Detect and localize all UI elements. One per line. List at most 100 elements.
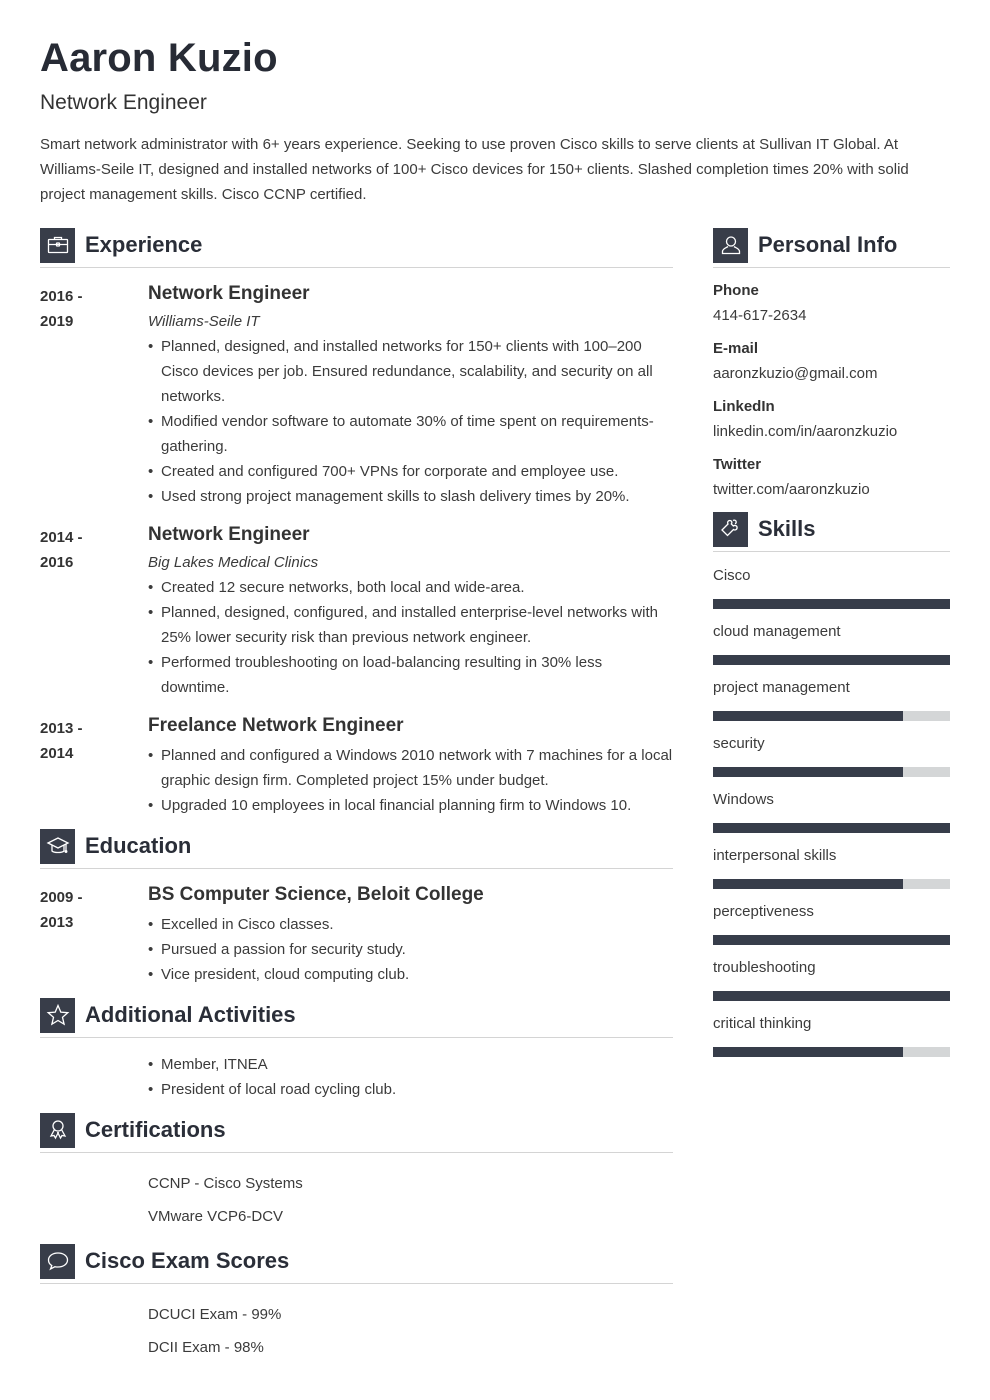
skill-level-bar xyxy=(713,599,950,609)
star-icon xyxy=(40,997,75,1033)
date-end: 2013 xyxy=(40,914,74,931)
entry-dates: 2013 - 2014 xyxy=(40,716,130,766)
activities-header: Additional Activities xyxy=(40,997,673,1038)
bullet-item: Created and configured 700+ VPNs for cor… xyxy=(148,459,673,484)
certifications-header: Certifications xyxy=(40,1112,673,1153)
section-title: Cisco Exam Scores xyxy=(85,1248,290,1273)
skill-level-bar xyxy=(713,991,950,1001)
briefcase-icon xyxy=(40,227,75,263)
skill-name: Windows xyxy=(713,791,774,808)
info-field-twitter: Twitter twitter.com/aaronzkuzio xyxy=(713,455,950,500)
skill-level-fill xyxy=(713,711,903,721)
skill-item: interpersonal skills xyxy=(713,846,950,889)
date-end: 2016 xyxy=(40,554,74,571)
company-name: Williams-Seile IT xyxy=(148,313,260,330)
info-label: LinkedIn xyxy=(713,398,775,415)
certification-item: CCNP - Cisco Systems xyxy=(148,1175,303,1192)
skills-list: Cisco cloud management project management s… xyxy=(713,566,950,1057)
left-column: Experience 2016 - 2019 Network Engineer W… xyxy=(40,227,673,1364)
speech-bubble-icon xyxy=(40,1243,75,1279)
bullet-list: Planned and configured a Windows 2010 ne… xyxy=(148,743,673,818)
personal-info-header: Personal Info xyxy=(713,227,950,268)
skill-name: interpersonal skills xyxy=(713,847,837,864)
skill-level-fill xyxy=(713,1047,903,1057)
certifications-list: CCNP - Cisco Systems VMware VCP6-DCV xyxy=(40,1167,673,1233)
skill-level-bar xyxy=(713,935,950,945)
award-ribbon-icon xyxy=(40,1112,75,1148)
exam-scores-section: Cisco Exam Scores DCUCI Exam - 99% DCII … xyxy=(40,1243,673,1364)
skill-name: troubleshooting xyxy=(713,959,816,976)
linkedin-value: linkedin.com/in/aaronzkuzio xyxy=(713,423,898,440)
date-start: 2009 - xyxy=(40,889,83,906)
certification-item: VMware VCP6-DCV xyxy=(148,1208,284,1225)
entry-dates: 2016 - 2019 xyxy=(40,284,130,334)
activities-entry: Member, ITNEA President of local road cy… xyxy=(40,1052,673,1102)
bullet-item: Created 12 secure networks, both local a… xyxy=(148,575,673,600)
experience-entry: 2013 - 2014 Freelance Network Engineer Pl… xyxy=(40,714,673,818)
skill-level-bar xyxy=(713,767,950,777)
section-title: Personal Info xyxy=(758,232,898,257)
bullet-item: Performed troubleshooting on load-balanc… xyxy=(148,650,673,700)
exam-scores-list: DCUCI Exam - 99% DCII Exam - 98% xyxy=(40,1298,673,1364)
job-title: Freelance Network Engineer xyxy=(148,715,404,736)
bullet-list: Created 12 secure networks, both local a… xyxy=(148,575,673,700)
experience-section: Experience 2016 - 2019 Network Engineer W… xyxy=(40,227,673,818)
section-title: Skills xyxy=(758,516,816,541)
skill-level-fill xyxy=(713,655,950,665)
skill-level-fill xyxy=(713,935,950,945)
info-label: E-mail xyxy=(713,340,759,357)
skills-header: Skills xyxy=(713,511,950,552)
skill-level-fill xyxy=(713,991,950,1001)
skill-name: critical thinking xyxy=(713,1015,812,1032)
bullet-list: Member, ITNEA President of local road cy… xyxy=(148,1052,673,1102)
summary: Smart network administrator with 6+ year… xyxy=(40,136,909,203)
skills-section: Skills Cisco cloud management project mana… xyxy=(713,511,950,1057)
bullet-item: Planned, designed, configured, and insta… xyxy=(148,600,673,650)
skill-level-fill xyxy=(713,823,950,833)
bullet-item: President of local road cycling club. xyxy=(148,1077,673,1102)
info-label: Phone xyxy=(713,282,759,299)
education-section: Education 2009 - 2013 BS Computer Science… xyxy=(40,828,673,987)
section-title: Additional Activities xyxy=(85,1002,296,1027)
education-header: Education xyxy=(40,828,673,869)
info-label: Twitter xyxy=(713,456,762,473)
education-entry: 2009 - 2013 BS Computer Science, Beloit C… xyxy=(40,883,673,987)
person-icon xyxy=(713,227,748,263)
skill-level-bar xyxy=(713,823,950,833)
phone-value: 414-617-2634 xyxy=(713,307,807,324)
skill-item: troubleshooting xyxy=(713,958,950,1001)
skill-item: cloud management xyxy=(713,622,950,665)
bullet-item: Excelled in Cisco classes. xyxy=(148,912,673,937)
bullet-list: Excelled in Cisco classes. Pursued a pas… xyxy=(148,912,673,987)
skill-item: critical thinking xyxy=(713,1014,950,1057)
skill-item: security xyxy=(713,734,950,777)
section-title: Certifications xyxy=(85,1117,226,1142)
date-start: 2016 - xyxy=(40,288,83,305)
candidate-title: Network Engineer xyxy=(40,91,207,114)
skill-level-fill xyxy=(713,879,903,889)
twitter-value: twitter.com/aaronzkuzio xyxy=(713,481,870,498)
info-field-phone: Phone 414-617-2634 xyxy=(713,281,950,326)
skill-item: Cisco xyxy=(713,566,950,609)
skill-level-fill xyxy=(713,767,903,777)
graduation-cap-icon xyxy=(40,828,75,864)
degree-title: BS Computer Science, Beloit College xyxy=(148,884,484,905)
skill-level-bar xyxy=(713,1047,950,1057)
job-title: Network Engineer xyxy=(148,524,310,545)
certifications-section: Certifications CCNP - Cisco Systems VMwa… xyxy=(40,1112,673,1233)
skill-level-fill xyxy=(713,599,950,609)
date-start: 2013 - xyxy=(40,720,83,737)
candidate-name: Aaron Kuzio xyxy=(40,36,278,80)
skill-item: perceptiveness xyxy=(713,902,950,945)
puzzle-piece-icon xyxy=(713,511,748,547)
section-title: Education xyxy=(85,833,192,858)
date-end: 2019 xyxy=(40,313,74,330)
info-field-email: E-mail aaronzkuzio@gmail.com xyxy=(713,339,950,384)
bullet-item: Upgraded 10 employees in local financial… xyxy=(148,793,673,818)
email-value: aaronzkuzio@gmail.com xyxy=(713,365,878,382)
bullet-item: Planned, designed, and installed network… xyxy=(148,334,673,409)
skill-name: perceptiveness xyxy=(713,903,814,920)
right-column: Personal Info Phone 414-617-2634 E-mail … xyxy=(713,227,950,1057)
skill-name: security xyxy=(713,735,765,752)
exam-score-item: DCII Exam - 98% xyxy=(148,1339,264,1356)
